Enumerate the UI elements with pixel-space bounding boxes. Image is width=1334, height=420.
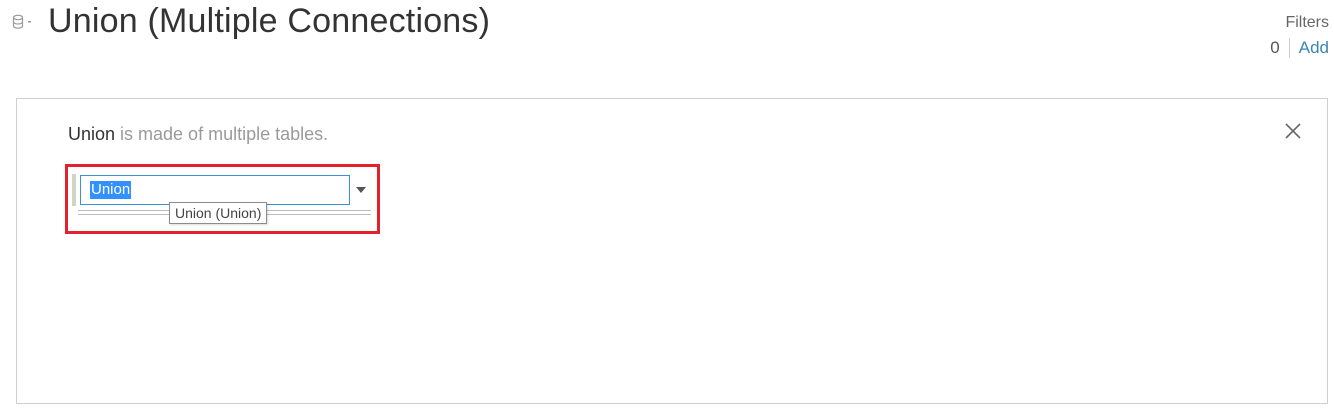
table-name-editor: Union Union (Union) [65,164,380,234]
filters-count: 0 [1270,38,1280,57]
filters-label: Filters [1285,14,1329,31]
table-name-input[interactable] [80,175,350,205]
page-header: Union (Multiple Connections) Filters 0 A… [0,0,1334,90]
close-icon[interactable] [1283,121,1303,141]
edit-indicator [72,174,76,206]
filters-divider [1288,38,1290,58]
panel-message: Union is made of multiple tables. [68,124,328,145]
filters-section: Filters 0 Add [1270,13,1329,58]
add-filter-link[interactable]: Add [1299,38,1329,58]
table-name-tooltip: Union (Union) [169,202,268,224]
union-tables-panel: Union is made of multiple tables. Union … [16,98,1328,404]
filters-row: 0 Add [1270,38,1329,58]
page-title: Union (Multiple Connections) [48,2,491,40]
caret-down-icon[interactable] [354,183,368,197]
panel-message-table-name: Union [68,124,116,144]
panel-message-text: is made of multiple tables. [115,124,329,144]
database-icon[interactable] [12,12,36,32]
